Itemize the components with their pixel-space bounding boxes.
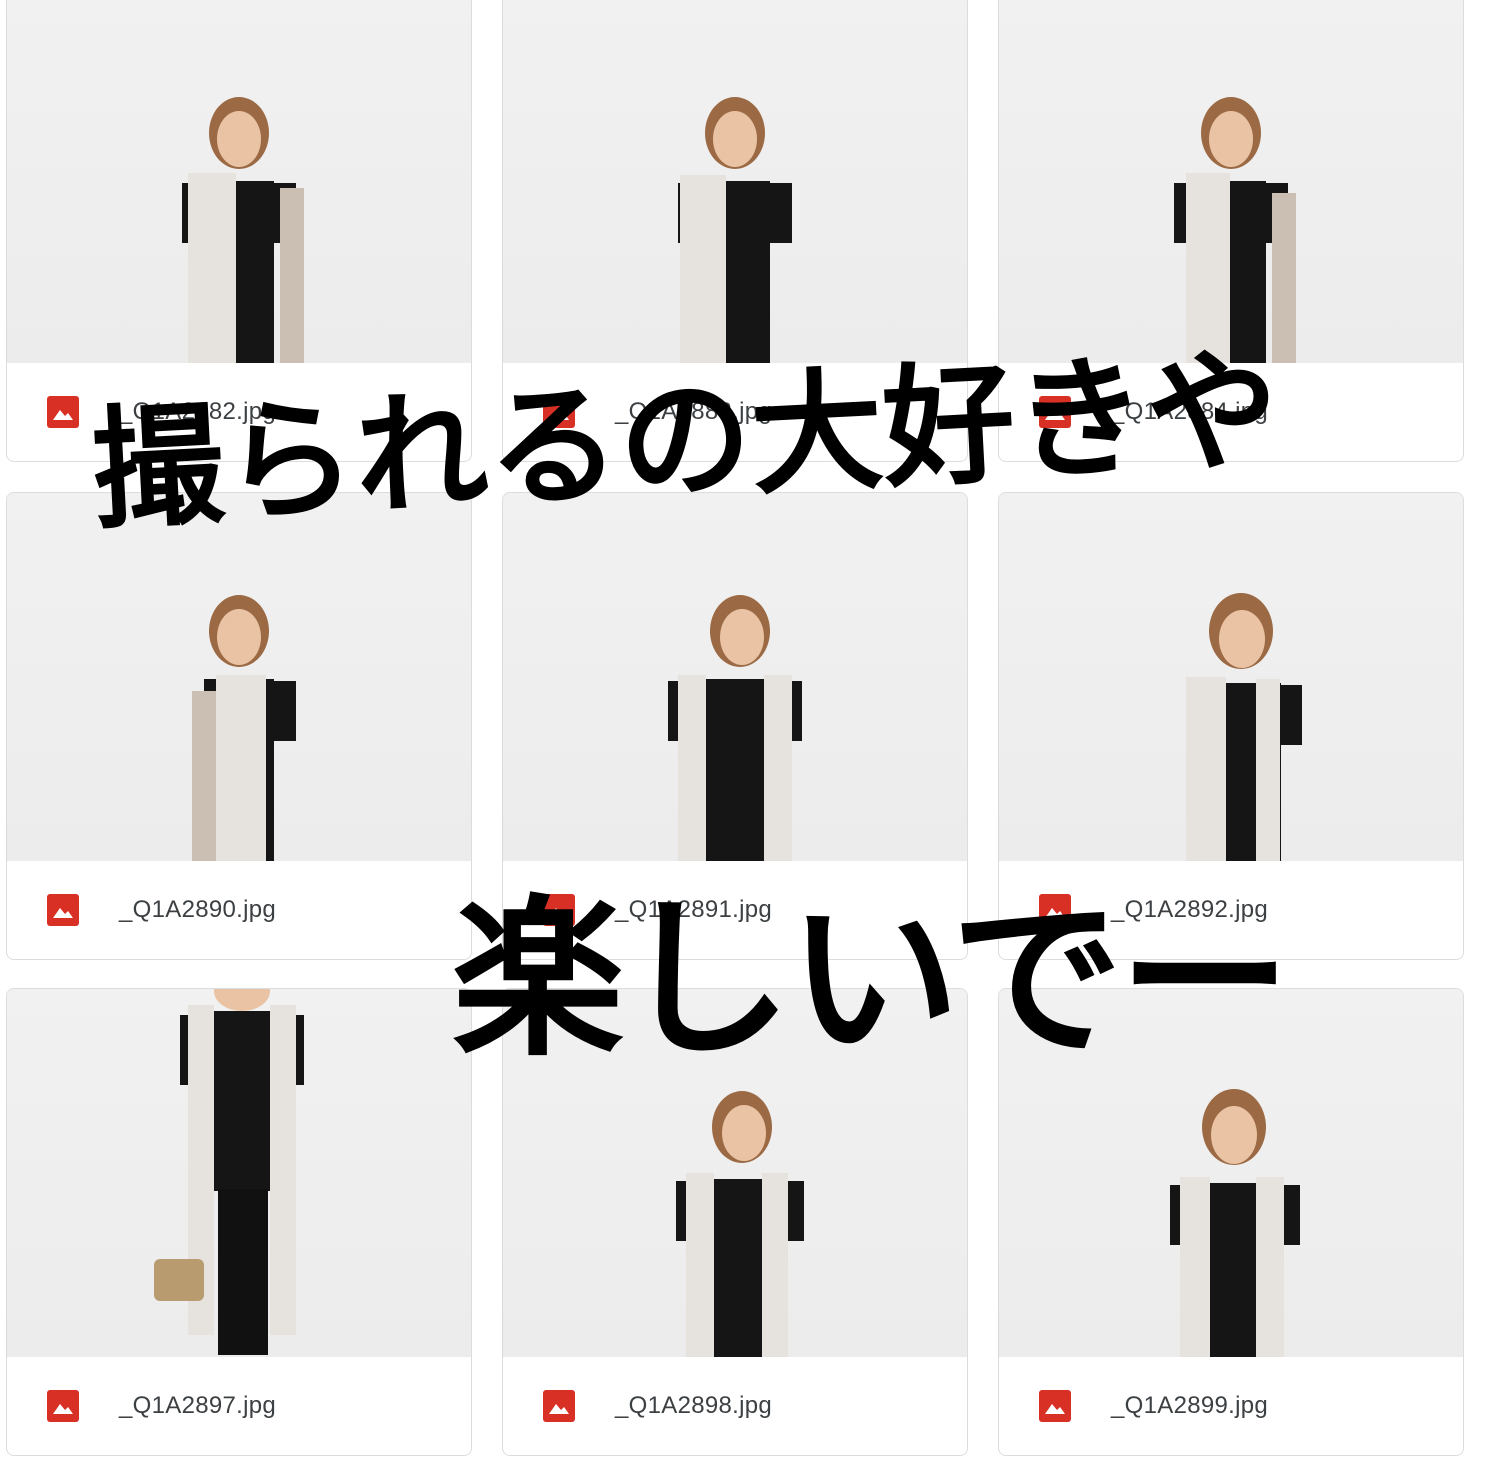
person-figure: [192, 595, 296, 861]
photo-thumbnail: [503, 493, 967, 861]
file-name: _Q1A2897.jpg: [119, 1392, 277, 1419]
file-name: _Q1A2890.jpg: [119, 896, 277, 923]
person-figure: [1174, 97, 1296, 363]
photo-thumbnail: [7, 989, 471, 1357]
file-card[interactable]: _Q1A2897.jpg: [6, 988, 472, 1456]
file-caption: _Q1A2898.jpg: [503, 1357, 967, 1455]
file-caption: _Q1A2890.jpg: [7, 861, 471, 959]
overlay-caption-line2: 楽しいでー: [452, 879, 1291, 1080]
file-card[interactable]: _Q1A2890.jpg: [6, 492, 472, 960]
photo-thumbnail: [7, 0, 471, 363]
file-name: _Q1A2898.jpg: [615, 1392, 773, 1419]
file-caption: _Q1A2897.jpg: [7, 1357, 471, 1455]
photo-thumbnail: [999, 0, 1463, 363]
file-caption: _Q1A2899.jpg: [999, 1357, 1463, 1455]
image-file-icon: [47, 1390, 79, 1422]
image-file-icon: [47, 396, 79, 428]
image-file-icon: [47, 894, 79, 926]
image-file-icon: [1039, 1390, 1071, 1422]
person-figure: [678, 97, 792, 363]
person-figure: [668, 595, 802, 861]
person-figure: [182, 97, 304, 363]
photo-thumbnail: [503, 0, 967, 363]
photo-thumbnail: [999, 493, 1463, 861]
image-file-icon: [543, 1390, 575, 1422]
photo-thumbnail: [7, 493, 471, 861]
file-name: _Q1A2899.jpg: [1111, 1392, 1269, 1419]
person-figure: [154, 989, 304, 1355]
person-figure: [1170, 1089, 1300, 1357]
person-figure: [1186, 593, 1302, 861]
person-figure: [676, 1091, 804, 1357]
